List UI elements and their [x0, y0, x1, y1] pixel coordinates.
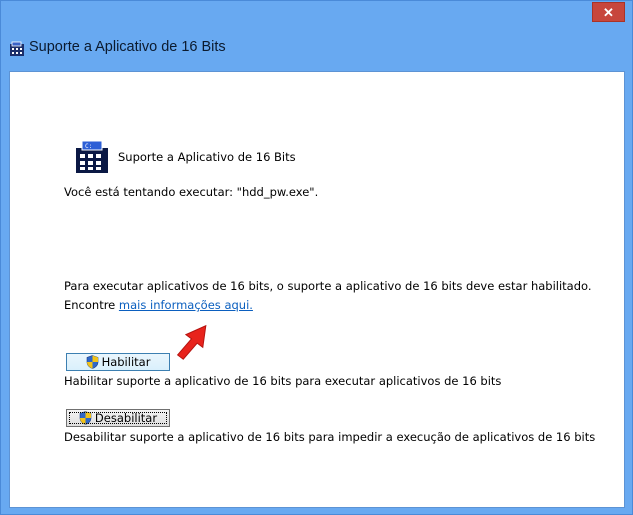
- more-info-prefix: Encontre: [64, 298, 119, 312]
- dos-application-icon: C:: [76, 140, 108, 173]
- close-button[interactable]: ✕: [592, 2, 625, 22]
- uac-shield-icon: [79, 411, 92, 425]
- uac-shield-icon: [86, 355, 98, 369]
- info-text: Para executar aplicativos de 16 bits, o …: [64, 279, 592, 293]
- annotation-arrow-icon: [176, 324, 207, 360]
- dialog-window: Suporte a Aplicativo de 16 Bits ✕ C: Sup…: [0, 0, 633, 515]
- app-window-icon: [10, 41, 24, 56]
- dialog-content: C: Suporte a Aplicativo de 16 Bits Você …: [9, 71, 625, 508]
- more-info-link[interactable]: mais informações aqui.: [119, 298, 253, 312]
- running-file-text: Você está tentando executar: "hdd_pw.exe…: [64, 185, 319, 199]
- window-title: Suporte a Aplicativo de 16 Bits: [29, 39, 226, 55]
- disable-button-label: Desabilitar: [94, 411, 158, 425]
- disable-description: Desabilitar suporte a aplicativo de 16 b…: [64, 430, 596, 444]
- disable-button[interactable]: Desabilitar: [66, 409, 170, 427]
- more-info-line: Encontre mais informações aqui.: [64, 298, 253, 312]
- title-bar[interactable]: Suporte a Aplicativo de 16 Bits ✕: [1, 1, 632, 71]
- svg-text:C:: C:: [85, 143, 92, 150]
- enable-description: Habilitar suporte a aplicativo de 16 bit…: [64, 374, 502, 388]
- enable-button[interactable]: Habilitar: [66, 353, 170, 371]
- app-heading: Suporte a Aplicativo de 16 Bits: [118, 150, 296, 164]
- enable-button-label: Habilitar: [101, 355, 151, 369]
